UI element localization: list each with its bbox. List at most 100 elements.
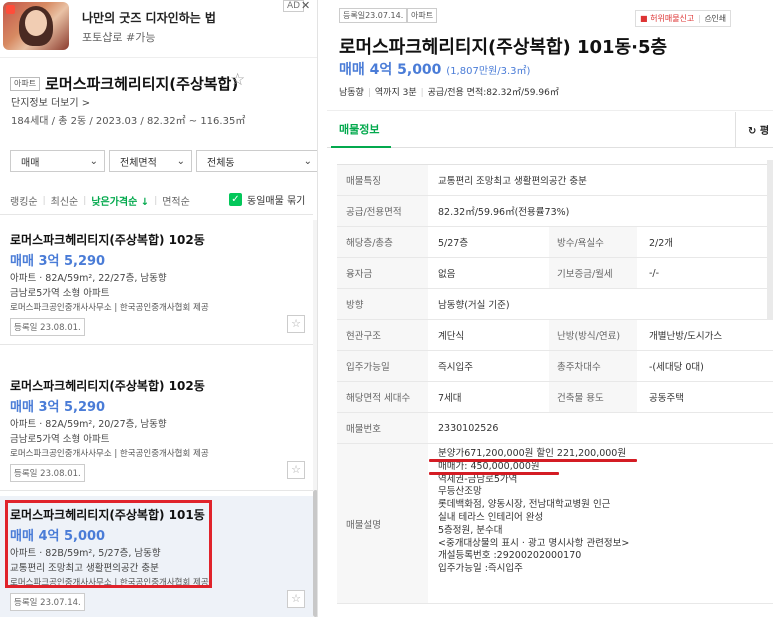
compare-label: 평 <box>759 126 770 137</box>
info-row: 매물특징 교통편리 조망최고 생활편의공간 충분 <box>337 165 773 196</box>
checkbox-checked-icon[interactable]: ✓ <box>229 193 242 206</box>
description-line: <중개대상물의 표시 · 광고 명시사항 관련정보> <box>438 537 630 549</box>
info-value: 없음 <box>438 269 456 280</box>
chevron-down-icon: ⌄ <box>303 155 312 167</box>
info-value: 교통편리 조망최고 생활편의공간 충분 <box>438 176 587 187</box>
ad-logo-icon <box>6 5 15 14</box>
info-label: 해당층/총층 <box>337 227 428 257</box>
scrollbar-thumb[interactable] <box>313 490 317 617</box>
complex-summary: 184세대 / 총 2동 / 2023.03 / 82.32㎡ ~ 116.35… <box>11 116 246 127</box>
listing-card[interactable]: 로머스파크헤리티지(주상복합) 102동 매매 3억 5,290 아파트 · 82A… <box>0 221 313 345</box>
info-value: 즉시입주 <box>438 362 473 373</box>
filter-select-label: 매매 <box>21 157 40 169</box>
same-listing-label: 동일매물 묶기 <box>247 196 306 207</box>
info-value: 개별난방/도시가스 <box>649 331 723 342</box>
tab-active-indicator <box>331 146 391 148</box>
info-value: 계단식 <box>438 331 465 342</box>
info-label: 입주가능일 <box>337 351 428 381</box>
filter-select[interactable]: 매매 ⌄ <box>10 150 105 172</box>
listing-title: 로머스파크헤리티지(주상복합) 102동 <box>10 233 205 247</box>
ad-title[interactable]: 나만의 굿즈 디자인하는 법 <box>82 9 216 26</box>
ad-thumbnail[interactable] <box>3 2 69 50</box>
sort-option[interactable]: 랭킹순 <box>10 193 38 208</box>
report-print-actions: ■ 허위매물신고 | ⎙인쇄 <box>635 10 732 27</box>
info-row: 해당층/총층 5/27층 방수/욕실수 2/2개 <box>337 227 773 258</box>
sort-separator: | <box>42 195 46 206</box>
listing-card[interactable]: 로머스파크헤리티지(주상복합) 102동매매 3억 5,290 아파트 · 82A… <box>0 367 313 491</box>
filter-bar: 매매 ⌄ 전체면적 ⌄ 전체동 ⌄ <box>10 150 317 172</box>
favorite-star-icon[interactable]: ☆ <box>287 315 305 333</box>
listing-description: 금남로5가역 소형 아파트 <box>10 434 110 445</box>
info-label: 현관구조 <box>337 320 428 350</box>
print-button[interactable]: ⎙인쇄 <box>705 13 726 24</box>
sort-option[interactable]: 면적순 <box>162 193 190 208</box>
info-row: 매물번호 2330102526 <box>337 413 773 444</box>
listing-spec: 아파트 · 82A/59m², 20/27층, 남동향 <box>10 419 167 430</box>
info-row: 공급/전용면적 82.32㎡/59.96㎡(전용률73%) <box>337 196 773 227</box>
info-value: 2/2개 <box>649 238 674 249</box>
sort-option[interactable]: 낮은가격순 ↓ <box>91 193 149 208</box>
info-label: 융자금 <box>337 258 428 288</box>
info-label: 난방(방식/연료) <box>549 320 637 350</box>
sort-options: 랭킹순 | 최신순 | 낮은가격순 ↓ | 면적순 <box>10 193 190 209</box>
detail-price-per-pyeong: (1,807만원/3.3㎡) <box>446 66 531 77</box>
page: 나만의 굿즈 디자인하는 법 포토샵로 #가능 AD ✕ 아파트 로머스파크헤리… <box>0 0 773 617</box>
info-row: 입주가능일 즉시입주 총주차대수 -(세대당 0대) <box>337 351 773 382</box>
divider <box>0 214 313 215</box>
detail-title: 로머스파크헤리티지(주상복합) 101동·5층 <box>339 37 668 58</box>
compare-button[interactable]: ↻ 평 <box>735 112 773 148</box>
info-row: 방향 남동향(거실 기준) <box>337 289 773 320</box>
info-label: 방향 <box>337 289 428 319</box>
filter-select[interactable]: 전체면적 ⌄ <box>109 150 192 172</box>
info-value: 공동주택 <box>649 393 684 404</box>
refresh-icon: ↻ <box>748 126 757 137</box>
favorite-star-icon[interactable]: ☆ <box>287 590 305 608</box>
info-label: 총주차대수 <box>549 351 637 381</box>
detail-price: 매매 4억 5,000 (1,807만원/3.3㎡) <box>339 59 530 79</box>
report-button[interactable]: ■ 허위매물신고 <box>640 13 694 24</box>
info-row: 현관구조 계단식 난방(방식/연료) 개별난방/도시가스 <box>337 320 773 351</box>
info-value: 82.32㎡/59.96㎡(전용률73%) <box>438 207 570 218</box>
ad-banner[interactable]: 나만의 굿즈 디자인하는 법 포토샵로 #가능 AD ✕ <box>0 0 317 58</box>
sort-separator: | <box>83 195 87 206</box>
description-line: 롯데백화점, 양동시장, 전남대학교병원 인근 <box>438 499 611 511</box>
ad-thumbnail-face <box>25 10 47 36</box>
info-label: 매물설명 <box>337 444 428 603</box>
listing-agent: 로머스파크공인중개사사무소 | 한국공인중개사협회 제공 <box>10 303 209 313</box>
listing-date: 등록일 23.07.14. <box>10 593 85 611</box>
scrollbar-track[interactable] <box>767 160 773 320</box>
divider <box>0 344 313 345</box>
description-row: 매물설명 분양가671,200,000원 할인 221,200,000원 매매가: … <box>337 444 773 604</box>
info-label: 건축물 용도 <box>549 382 637 412</box>
complex-type-tag: 아파트 <box>10 76 41 91</box>
listing-agent: 로머스파크공인중개사사무소 | 한국공인중개사협회 제공 <box>10 578 209 588</box>
listing-price: 매매 4억 5,000 <box>10 529 106 544</box>
sort-option[interactable]: 최신순 <box>51 193 79 208</box>
listing-card[interactable]: 로머스파크헤리티지(주상복합) 101동 매매 4억 5,000 아파트 · 82B… <box>0 496 313 617</box>
detail-meta: 남동향 | 역까지 3분 | 공급/전용 면적:82.32㎡/59.96㎡ <box>339 85 559 98</box>
same-listing-toggle[interactable]: ✓ 동일매물 묶기 <box>229 192 305 207</box>
complex-info-link[interactable]: 단지정보 더보기 > <box>11 94 90 109</box>
registration-date: 등록일23.07.14. <box>339 8 408 23</box>
filter-select[interactable]: 전체동 ⌄ <box>196 150 317 172</box>
info-label: 해당면적 세대수 <box>337 382 428 412</box>
detail-price-value: 매매 4억 5,000 <box>339 62 442 78</box>
sort-separator: | <box>154 195 158 206</box>
meta-item: 공급/전용 면적:82.32㎡/59.96㎡ <box>427 88 559 98</box>
meta-item: 남동향 <box>339 88 364 98</box>
description-line: 5층정원, 분수대 <box>438 524 503 536</box>
favorite-star-icon[interactable]: ☆ <box>287 461 305 479</box>
listing-title: 로머스파크헤리티지(주상복합) 102동 <box>10 379 205 393</box>
filter-select-label: 전체면적 <box>120 157 157 169</box>
complex-name: 로머스파크헤리티지(주상복합) <box>45 75 239 93</box>
description-line: 개설등록번호 :29200202000170 <box>438 550 582 562</box>
listing-price: 매매 3억 5,290 <box>10 400 106 415</box>
close-icon[interactable]: ✕ <box>301 0 310 12</box>
meta-separator: | <box>367 88 371 98</box>
info-value: -(세대당 0대) <box>649 362 704 373</box>
info-value: 남동향(거실 기준) <box>438 300 510 311</box>
meta-item: 역까지 3분 <box>374 88 417 98</box>
favorite-star-icon[interactable]: ☆ <box>230 70 245 90</box>
red-underline <box>429 459 637 462</box>
tab-listing-info[interactable]: 매물정보 <box>339 121 379 137</box>
